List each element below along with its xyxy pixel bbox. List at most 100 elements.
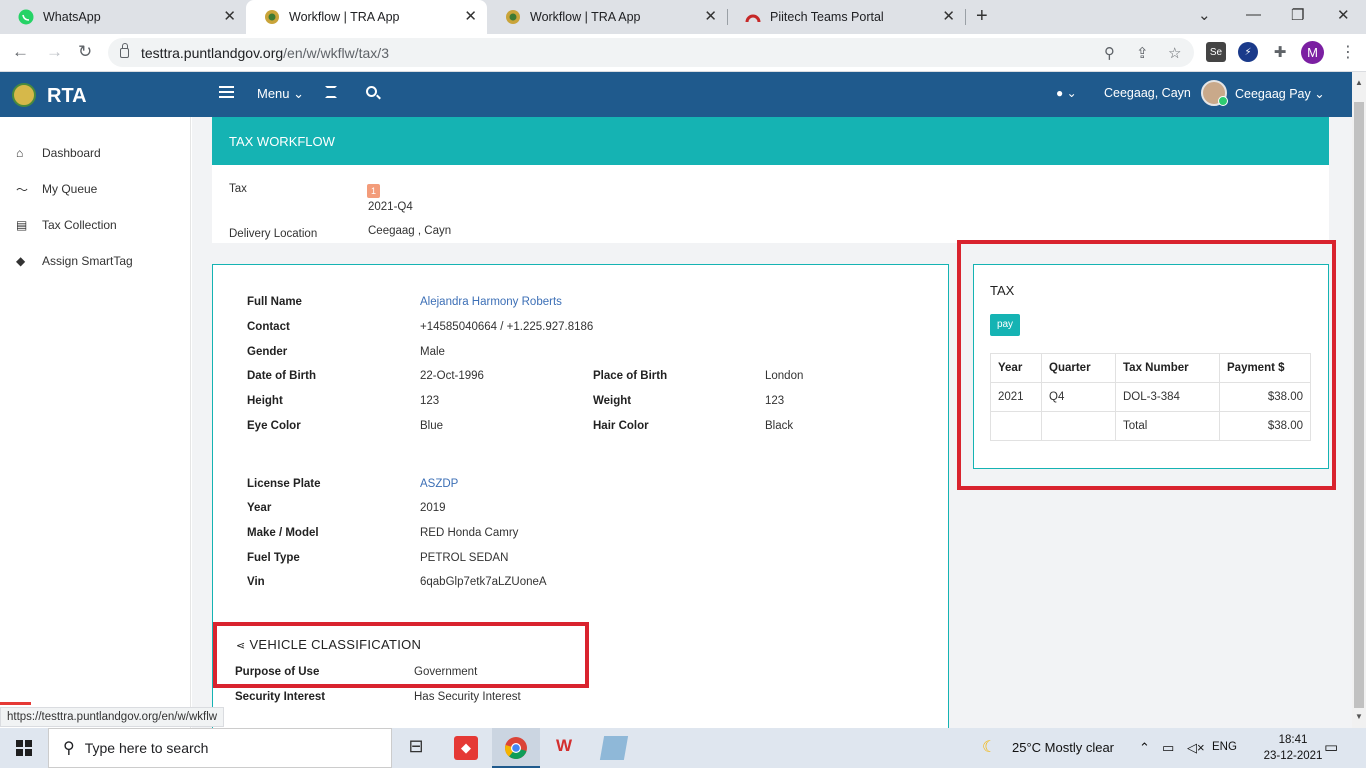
tab-workflow-active[interactable]: Workflow | TRA App ✕ [246, 0, 487, 34]
back-icon[interactable]: ← [12, 43, 29, 61]
puzzle-extension-icon[interactable]: ✚ [1270, 42, 1290, 62]
volume-mute-icon[interactable]: ◁× [1187, 740, 1205, 756]
menu-label: Menu [257, 86, 290, 101]
window-close-icon[interactable]: ✕ [1337, 6, 1350, 24]
chrome-icon[interactable] [504, 736, 528, 760]
tax-period: 2021-Q4 [368, 201, 413, 213]
sidebar-item-label: Tax Collection [42, 218, 117, 232]
new-tab-icon[interactable]: + [976, 5, 988, 28]
selenium-extension-icon[interactable]: Se [1206, 42, 1226, 62]
plate-link[interactable]: ASZDP [420, 478, 458, 490]
time: 18:41 [1278, 734, 1308, 746]
hamburger-icon[interactable] [219, 86, 234, 98]
search-placeholder: Type here to search [84, 740, 209, 756]
tab-piitech[interactable]: Piitech Teams Portal ✕ [727, 0, 965, 34]
chevron-down-icon[interactable]: ⌄ [1198, 6, 1211, 24]
close-icon[interactable]: ✕ [464, 9, 477, 25]
chevron-down-icon: ⌄ [1066, 86, 1077, 100]
scroll-down-icon[interactable]: ▼ [1355, 712, 1363, 721]
network-icon[interactable]: ▭ [1162, 740, 1174, 756]
notepad-icon[interactable] [599, 736, 629, 760]
sidebar-item-my-queue[interactable]: 〜 My Queue [16, 180, 97, 198]
lock-icon [120, 42, 129, 58]
status-url: https://testtra.puntlandgov.org/en/w/wkf… [0, 707, 225, 727]
gender-value: Male [420, 346, 445, 358]
eye-label: Eye Color [247, 420, 301, 432]
close-icon[interactable]: ✕ [704, 9, 717, 25]
trend-icon: 〜 [16, 182, 29, 197]
make-label: Make / Model [247, 527, 319, 539]
portal-icon [745, 9, 761, 25]
more-menu-icon[interactable]: ⋮ [1340, 42, 1356, 62]
zoom-icon[interactable]: ⚲ [1104, 44, 1115, 62]
full-name-link[interactable]: Alejandra Harmony Roberts [420, 296, 562, 308]
make-value: RED Honda Camry [420, 527, 519, 539]
scroll-thumb[interactable] [1354, 102, 1364, 708]
app-header: RTA Menu ⌄ ● ⌄ Ceegaag, Cayn Ceegaag Pay… [0, 72, 1352, 117]
hair-value: Black [765, 420, 794, 432]
emblem-icon [264, 9, 280, 25]
menu-dropdown[interactable]: Menu ⌄ [257, 86, 304, 102]
brand-name[interactable]: RTA [47, 85, 87, 108]
reload-icon[interactable]: ↻ [78, 43, 92, 61]
fullscreen-icon[interactable] [325, 86, 337, 98]
card-icon: ▤ [16, 218, 28, 232]
user-name: Ceegaag, Cayn [1104, 86, 1191, 100]
vin-label: Vin [247, 576, 265, 588]
tab-workflow[interactable]: Workflow | TRA App ✕ [487, 0, 727, 34]
workflow-summary: Tax 2021-Q4 Delivery Location Ceegaag , … [212, 165, 1329, 243]
whatsapp-icon [18, 9, 34, 25]
wps-icon[interactable]: W [552, 736, 576, 760]
fuel-label: Fuel Type [247, 552, 300, 564]
contact-value: +14585040664 / +1.225.927.8186 [420, 321, 594, 333]
weather-text[interactable]: 25°C Mostly clear [1012, 740, 1114, 755]
share-icon[interactable]: ⇪ [1136, 44, 1149, 62]
notification-icon[interactable]: ▭ [1324, 738, 1338, 756]
height-label: Height [247, 395, 283, 407]
scroll-up-icon[interactable]: ▲ [1355, 78, 1363, 87]
sidebar-item-label: Dashboard [42, 146, 101, 160]
language-indicator[interactable]: ENG [1212, 741, 1237, 753]
close-icon[interactable]: ✕ [223, 9, 236, 25]
security-label: Security Interest [235, 691, 326, 703]
date: 23-12-2021 [1263, 750, 1323, 762]
contact-label: Contact [247, 321, 290, 333]
sidebar-item-label: My Queue [42, 182, 98, 196]
sidebar-item-label: Assign SmartTag [42, 254, 133, 268]
chevron-up-icon[interactable]: ⌃ [1139, 740, 1150, 756]
sidebar-item-assign-smarttag[interactable]: ◆ Assign SmartTag [16, 252, 133, 270]
gender-label: Gender [247, 346, 288, 358]
user-menu[interactable]: ● ⌄ [1056, 86, 1077, 100]
avatar[interactable] [1201, 80, 1228, 106]
windows-start-icon[interactable] [16, 740, 32, 756]
year-value: 2019 [420, 502, 446, 514]
anydesk-icon[interactable]: ◆ [454, 736, 478, 760]
sidebar-marker [0, 702, 31, 705]
sidebar-item-dashboard[interactable]: ⌂ Dashboard [16, 144, 101, 162]
taskbar-search-input[interactable]: ⚲ Type here to search [48, 728, 392, 768]
year-label: Year [247, 502, 272, 514]
profile-avatar[interactable]: M [1301, 41, 1324, 64]
pob-label: Place of Birth [593, 370, 668, 382]
emblem-icon [505, 9, 521, 25]
forward-icon[interactable]: → [46, 43, 63, 61]
clock[interactable]: 18:41 23-12-2021 [1262, 732, 1324, 764]
sidebar-item-tax-collection[interactable]: ▤ Tax Collection [16, 216, 117, 234]
tab-whatsapp[interactable]: WhatsApp ✕ [0, 0, 246, 34]
page-scrollbar[interactable]: ▲ ▼ [1352, 72, 1366, 728]
restore-icon[interactable]: ❐ [1291, 6, 1304, 24]
search-icon[interactable] [366, 86, 377, 97]
height-value: 123 [420, 395, 440, 407]
chevron-down-icon: ⌄ [293, 86, 305, 101]
tab-title: Piitech Teams Portal [770, 10, 884, 24]
chevron-down-icon: ⌄ [1314, 87, 1325, 101]
url-input[interactable]: testtra.puntlandgov.org/en/w/wkflw/tax/3 [108, 38, 1194, 67]
profile-dropdown[interactable]: Ceegaag Pay ⌄ [1235, 86, 1325, 101]
dob-value: 22-Oct-1996 [420, 370, 484, 382]
bookmark-star-icon[interactable]: ☆ [1168, 44, 1181, 62]
minimize-icon[interactable]: — [1246, 6, 1261, 23]
delivery-label: Delivery Location [229, 228, 318, 240]
task-view-icon[interactable]: ⊟ [404, 736, 428, 760]
bolt-extension-icon[interactable]: ⚡ [1238, 42, 1258, 62]
close-icon[interactable]: ✕ [942, 9, 955, 25]
